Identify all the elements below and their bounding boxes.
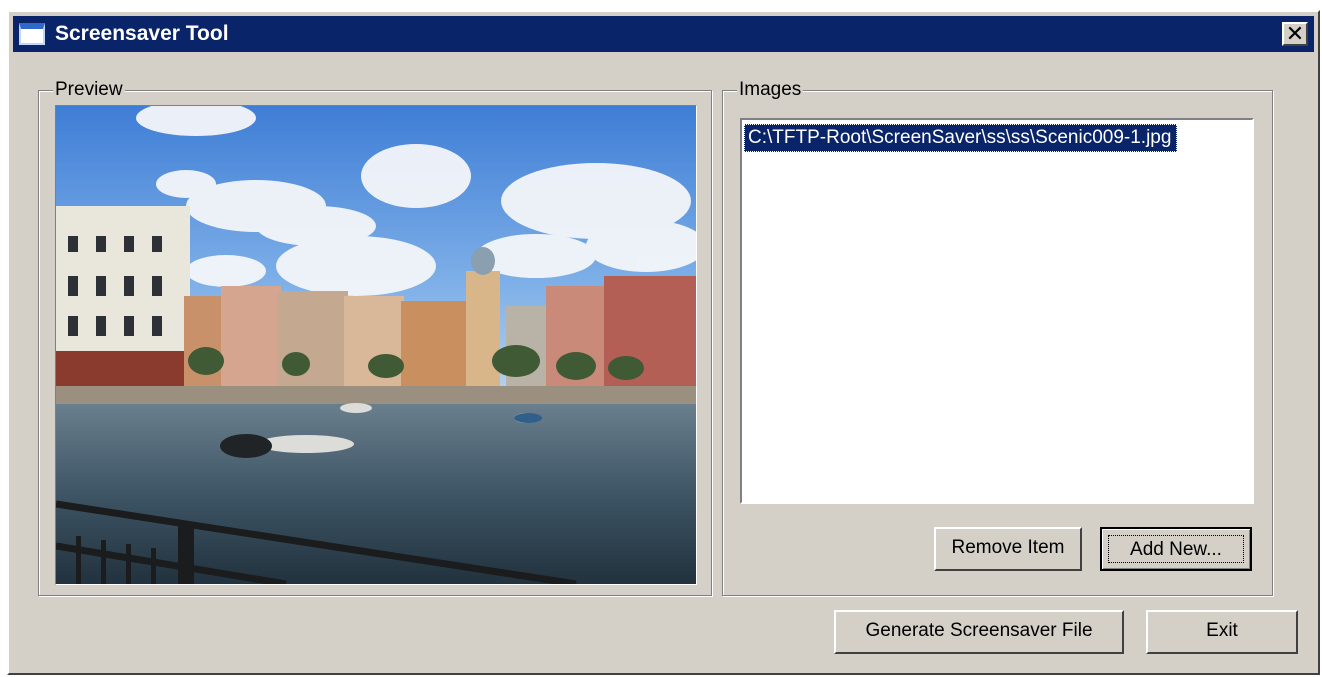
close-button[interactable]: ✕ xyxy=(1282,21,1308,46)
images-group-label: Images xyxy=(737,79,804,101)
exit-button[interactable]: Exit xyxy=(1146,610,1298,654)
preview-group-label: Preview xyxy=(53,79,125,101)
preview-group: Preview xyxy=(38,79,712,596)
app-window-icon xyxy=(19,23,45,45)
scenic-photo-icon xyxy=(56,106,696,584)
remove-item-button[interactable]: Remove Item xyxy=(934,527,1082,571)
window-title: Screensaver Tool xyxy=(55,22,229,45)
preview-image xyxy=(55,105,697,585)
generate-screensaver-file-button[interactable]: Generate Screensaver File xyxy=(834,610,1124,654)
title-bar[interactable]: Screensaver Tool ✕ xyxy=(13,16,1314,52)
close-icon: ✕ xyxy=(1285,21,1305,46)
screensaver-tool-window: Screensaver Tool ✕ Preview Images C:\TFT… xyxy=(7,10,1320,675)
add-new-button[interactable]: Add New... xyxy=(1100,527,1252,571)
images-listbox[interactable]: C:\TFTP-Root\ScreenSaver\ss\ss\Scenic009… xyxy=(740,118,1254,504)
list-item[interactable]: C:\TFTP-Root\ScreenSaver\ss\ss\Scenic009… xyxy=(744,124,1178,152)
images-group: Images C:\TFTP-Root\ScreenSaver\ss\ss\Sc… xyxy=(722,79,1273,596)
add-new-button-label: Add New... xyxy=(1108,535,1244,563)
